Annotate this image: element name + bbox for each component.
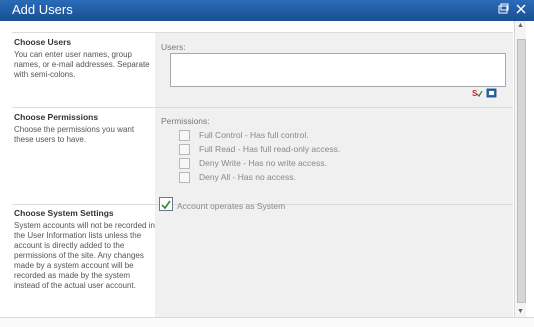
scroll-up-icon[interactable]: ▲ (515, 21, 526, 31)
check-names-icon[interactable]: S (472, 85, 483, 98)
add-users-dialog: Add Users Choose Users You can enter use… (0, 0, 534, 327)
permission-checkbox[interactable] (179, 158, 190, 169)
permissions-section-title: Choose Permissions (14, 112, 99, 122)
permissions-field-label: Permissions: (161, 116, 210, 126)
users-field-label: Users: (161, 42, 186, 52)
restore-icon[interactable] (496, 3, 510, 16)
permissions-section-info: Choose Permissions Choose the permission… (14, 112, 155, 202)
system-section-info: Choose System Settings System accounts w… (14, 208, 155, 317)
system-section-title: Choose System Settings (14, 208, 114, 218)
permission-checkbox[interactable] (179, 130, 190, 141)
permission-label: Full Control - Has full control. (199, 130, 309, 140)
scroll-down-icon[interactable]: ▼ (515, 307, 526, 317)
system-panel (155, 205, 513, 317)
users-textarea[interactable] (170, 53, 506, 87)
system-account-label: Account operates as System (177, 201, 286, 211)
users-section-info: Choose Users You can enter user names, g… (14, 37, 155, 107)
permissions-section-desc: Choose the permissions you want these us… (14, 125, 135, 144)
close-icon[interactable] (514, 3, 528, 16)
permission-checkbox[interactable] (179, 144, 190, 155)
permission-label: Full Read - Has full read-only access. (199, 144, 341, 154)
permission-label: Deny All - Has no access. (199, 172, 296, 182)
svg-text:S: S (472, 89, 478, 98)
system-account-checkbox[interactable] (159, 197, 173, 211)
dialog-content: Choose Users You can enter user names, g… (4, 21, 514, 317)
permission-label: Deny Write - Has no write access. (199, 158, 327, 168)
system-section-desc: System accounts will not be recorded in … (14, 221, 155, 290)
users-section-desc: You can enter user names, group names, o… (14, 50, 150, 79)
permission-checkbox[interactable] (179, 172, 190, 183)
title-bar: Add Users (0, 0, 534, 21)
address-book-icon[interactable] (486, 85, 497, 98)
vertical-scrollbar[interactable]: ▲ ▼ (514, 21, 526, 317)
dialog-title: Add Users (12, 2, 73, 17)
users-section-title: Choose Users (14, 37, 72, 47)
scroll-thumb[interactable] (517, 39, 526, 303)
